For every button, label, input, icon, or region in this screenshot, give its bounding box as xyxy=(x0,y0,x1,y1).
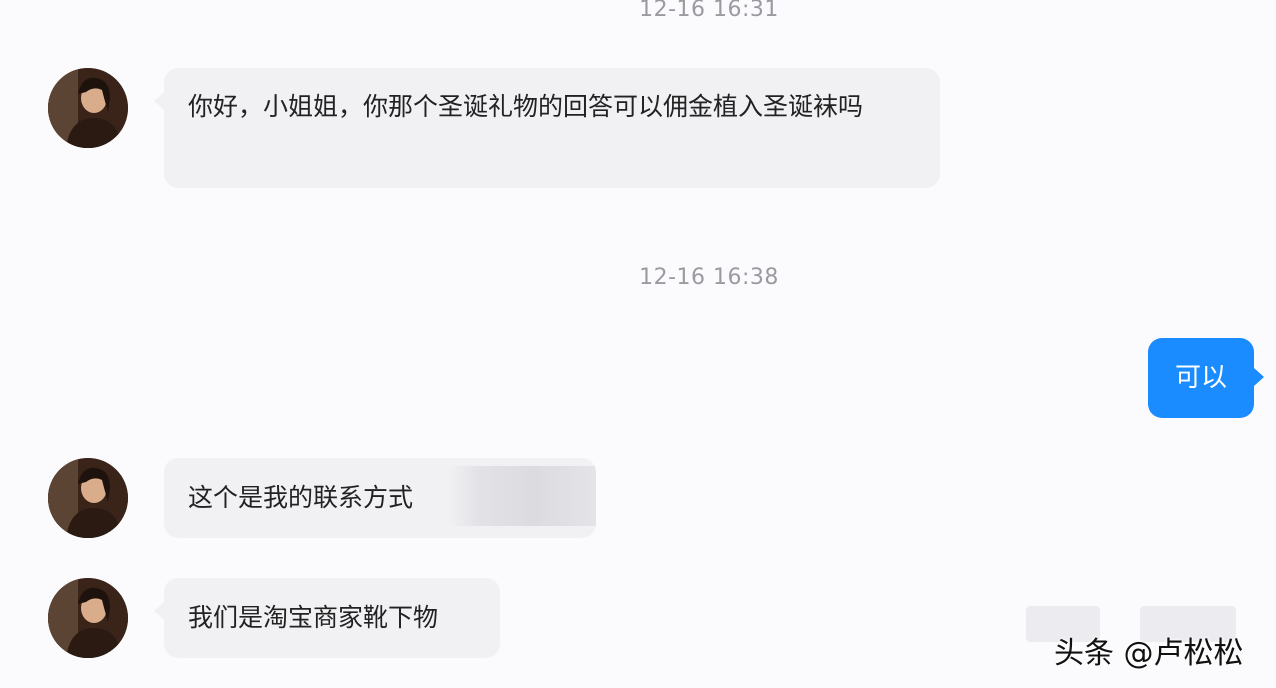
contact-avatar[interactable] xyxy=(48,68,128,148)
avatar-photo-icon xyxy=(48,578,128,658)
contact-avatar[interactable] xyxy=(48,578,128,658)
watermark-text: 头条 @卢松松 xyxy=(1054,636,1244,671)
incoming-message-bubble[interactable]: 这个是我的联系方式 xyxy=(164,458,596,538)
message-timestamp: 12-16 16:38 xyxy=(639,265,779,290)
redacted-contact-blur xyxy=(448,466,596,526)
contact-avatar[interactable] xyxy=(48,458,128,538)
message-text: 这个是我的联系方式 xyxy=(188,483,414,512)
outgoing-message-bubble[interactable]: 可以 xyxy=(1148,338,1264,418)
message-timestamp: 12-16 16:31 xyxy=(639,0,779,22)
incoming-message-bubble[interactable]: 我们是淘宝商家靴下物 xyxy=(154,578,500,658)
avatar-photo-icon xyxy=(48,458,128,538)
incoming-message-bubble[interactable]: 你好，小姐姐，你那个圣诞礼物的回答可以佣金植入圣诞袜吗 xyxy=(154,68,940,188)
avatar-photo-icon xyxy=(48,68,128,148)
